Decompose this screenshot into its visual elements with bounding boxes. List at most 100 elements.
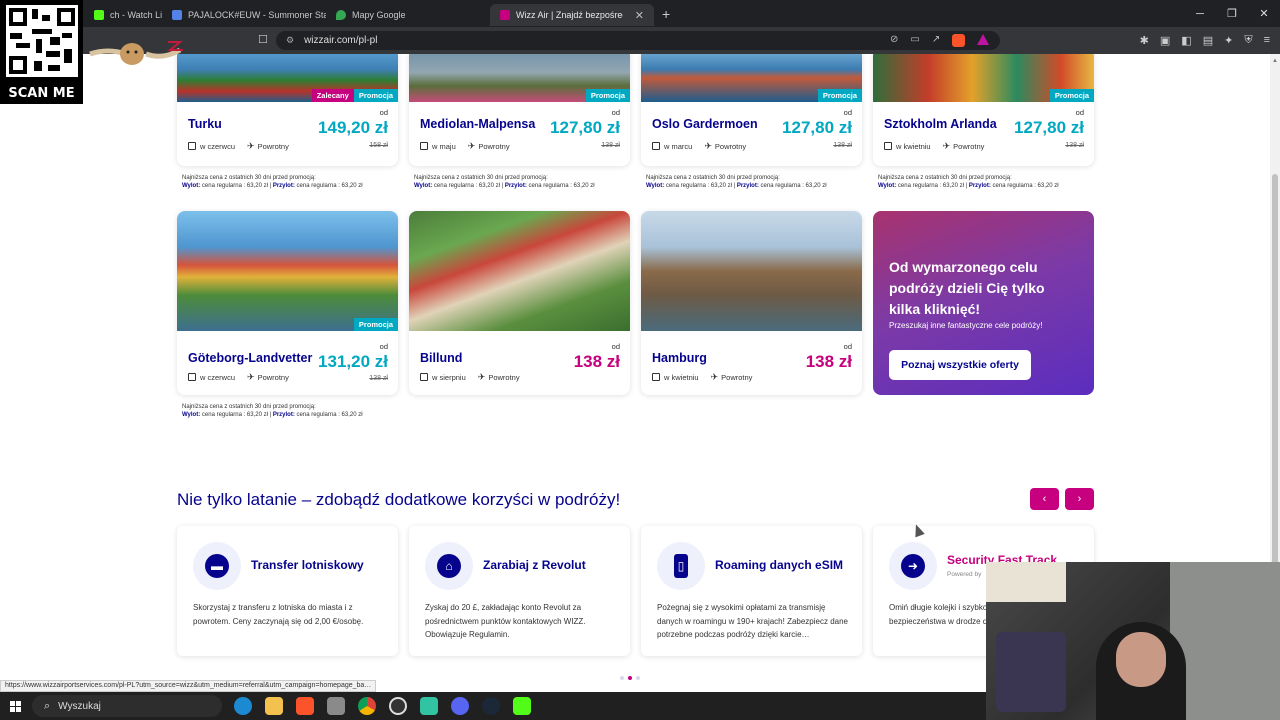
share-icon[interactable]: ↗: [932, 34, 940, 47]
benefits-section-title: Nie tylko latanie – zdobądź dodatkowe ko…: [177, 490, 621, 509]
calendar-icon: [188, 373, 196, 381]
carousel-next-button[interactable]: ›: [1065, 488, 1094, 510]
przylot-text: cena regularna : 63,20 zł: [758, 183, 827, 189]
scrollbar-thumb[interactable]: [1272, 174, 1278, 614]
chrome-icon[interactable]: [358, 697, 376, 715]
carousel-dot-active[interactable]: [628, 676, 632, 680]
trip-month: w czerwcu: [200, 142, 236, 151]
destination-card-goteborg[interactable]: Promocja Göteborg-Landvetter w czerwcu ✈…: [177, 211, 398, 395]
minimize-button[interactable]: ─: [1184, 8, 1216, 20]
windows-start-icon[interactable]: [0, 700, 30, 712]
close-window-button[interactable]: ✕: [1248, 7, 1280, 20]
wizz-favicon-icon: [500, 10, 510, 20]
vpn-icon[interactable]: ⛨: [1244, 34, 1252, 47]
calendar-icon: [420, 142, 428, 150]
new-tab-button[interactable]: +: [654, 6, 678, 22]
browser-tab-summoner[interactable]: PAJALOCK#EUW - Summoner Stats: [162, 4, 326, 26]
price-note: Najniższa cena z ostatnich 30 dni przed …: [414, 174, 595, 190]
benefit-card-transfer[interactable]: ▬ Transfer lotniskowy Skorzystaj z trans…: [177, 526, 398, 656]
wylot-label: Wylot:: [646, 183, 665, 189]
running-person-icon: ➜: [889, 542, 937, 590]
bookmark-icon[interactable]: ☐: [258, 33, 268, 46]
all-offers-button[interactable]: Poznaj wszystkie oferty: [889, 350, 1031, 380]
price-prefix: od: [843, 108, 852, 117]
przylot-text: cena regularna : 63,20 zł: [526, 183, 595, 189]
brave-icon[interactable]: [296, 697, 314, 715]
old-price: 158 zł: [369, 142, 388, 149]
url-actions: ⊘ ▭ ↗: [890, 34, 990, 47]
reading-list-icon[interactable]: ▣: [1160, 34, 1170, 47]
browser-tab-kick[interactable]: ch - Watch Live on Ki: [84, 4, 162, 26]
benefit-card-revolut[interactable]: ⌂ Zarabiaj z Revolut Zyskaj do 20 £, zak…: [409, 526, 630, 656]
trip-type: Powrotny: [721, 373, 753, 382]
carousel-dot[interactable]: [636, 676, 640, 680]
old-price: 138 zł: [1065, 142, 1084, 149]
destination-city: Göteborg-Landvetter: [188, 351, 313, 365]
carousel-prev-button[interactable]: ‹: [1030, 488, 1059, 510]
price-note: Najniższa cena z ostatnich 30 dni przed …: [646, 174, 827, 190]
old-price: 138 zł: [833, 142, 852, 149]
destination-city: Hamburg: [652, 351, 707, 365]
destination-card-turku[interactable]: Zalecany Promocja Turku w czerwcu ✈ Powro…: [177, 54, 398, 166]
browser-tab-maps[interactable]: Mapy Google: [326, 4, 490, 26]
scroll-up-icon[interactable]: ▲: [1272, 58, 1278, 64]
streamlabs-icon[interactable]: [420, 697, 438, 715]
destination-card-billund[interactable]: Billund w sierpniu ✈ Powrotny od 138 zł: [409, 211, 630, 395]
destination-card-mediolan[interactable]: Promocja Mediolan-Malpensa w maju ✈ Powro…: [409, 54, 630, 166]
trip-type: Powrotny: [953, 142, 985, 151]
wallet-icon[interactable]: ▤: [1203, 34, 1213, 47]
url-text: wizzair.com/pl-pl: [304, 35, 378, 46]
webcam-overlay-image: [986, 562, 1280, 720]
wylot-text: cena regularna : 63,20 zł |: [200, 412, 273, 418]
restore-button[interactable]: ❐: [1216, 7, 1248, 20]
kick-icon[interactable]: [513, 697, 531, 715]
cast-icon[interactable]: ▭: [910, 34, 919, 47]
promo-badge: Promocja: [353, 89, 398, 102]
menu-icon[interactable]: ≡: [1264, 34, 1270, 47]
leo-ai-icon[interactable]: ✦: [1224, 34, 1233, 47]
steam-icon[interactable]: [482, 697, 500, 715]
brave-rewards-icon[interactable]: [977, 34, 990, 45]
trip-meta: w maju ✈ Powrotny: [420, 141, 510, 152]
trip-month: w sierpniu: [432, 373, 466, 382]
sim-card-icon: ▯: [657, 542, 705, 590]
discord-icon[interactable]: [451, 697, 469, 715]
promo-title: Od wymarzonego celu podróży dzieli Cię t…: [889, 259, 1045, 317]
site-settings-icon[interactable]: ⚙: [286, 35, 294, 46]
brave-shields-icon[interactable]: [952, 34, 966, 47]
qr-code-overlay: SCAN ME: [0, 0, 83, 104]
destination-card-sztokholm[interactable]: Promocja Sztokholm Arlanda w kwietniu ✈ P…: [873, 54, 1094, 166]
obs-icon[interactable]: [389, 697, 407, 715]
price-prefix: od: [1075, 108, 1084, 117]
przylot-label: Przylot:: [272, 183, 295, 189]
file-explorer-icon[interactable]: [265, 697, 283, 715]
taskbar-search[interactable]: ⌕ Wyszukaj: [32, 695, 222, 717]
opgg-favicon-icon: [172, 10, 182, 20]
sidebar-icon[interactable]: ◧: [1181, 34, 1191, 47]
extensions-icon[interactable]: ✱: [1140, 34, 1149, 47]
destination-image: [409, 211, 630, 331]
tab-title: Mapy Google: [352, 10, 406, 20]
benefit-card-esim[interactable]: ▯ Roaming danych eSIM Pożegnaj się z wys…: [641, 526, 862, 656]
plane-icon: ✈: [247, 372, 255, 382]
browser-tab-wizzair[interactable]: Wizz Air | Znajdź bezpośrednio ✕: [490, 4, 654, 26]
qr-code-icon: [6, 5, 78, 77]
benefit-description: Pożegnaj się z wysokimi opłatami za tran…: [657, 603, 848, 639]
carousel-dot[interactable]: [620, 676, 624, 680]
destination-city: Mediolan-Malpensa: [420, 117, 536, 131]
app-icon[interactable]: [327, 697, 345, 715]
calendar-icon: [420, 373, 428, 381]
wylot-label: Wylot:: [414, 183, 433, 189]
destination-card-hamburg[interactable]: Hamburg w kwietniu ✈ Powrotny od 138 zł: [641, 211, 862, 395]
destination-price: 127,80 zł: [550, 118, 620, 137]
close-tab-icon[interactable]: ✕: [635, 9, 644, 22]
destination-city: Billund: [420, 351, 463, 365]
trip-type: Powrotny: [478, 142, 510, 151]
no-tracking-icon[interactable]: ⊘: [890, 34, 898, 47]
destination-card-oslo[interactable]: Promocja Oslo Gardermoen w marcu ✈ Powrot…: [641, 54, 862, 166]
price-prefix: od: [379, 342, 388, 351]
edge-icon[interactable]: [234, 697, 252, 715]
przylot-text: cena regularna : 63,20 zł: [294, 183, 363, 189]
badge-group: Promocja: [817, 89, 862, 102]
przylot-label: Przylot:: [736, 183, 759, 189]
